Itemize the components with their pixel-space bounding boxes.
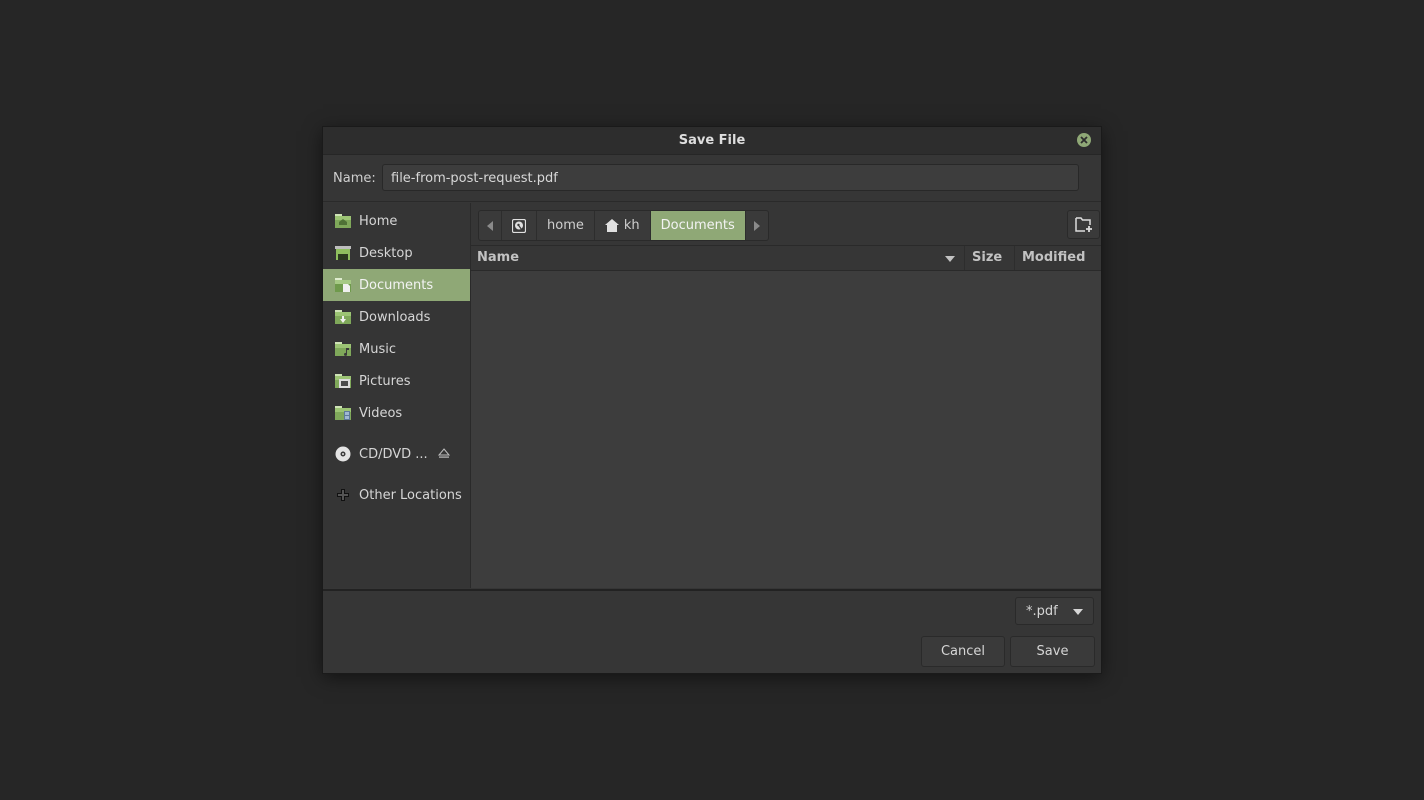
sidebar-label: Downloads bbox=[359, 309, 431, 325]
pathbar-root-button[interactable] bbox=[502, 211, 537, 240]
chevron-left-icon bbox=[487, 220, 493, 231]
name-label: Name: bbox=[333, 171, 376, 186]
sidebar-label: Other Locations bbox=[359, 487, 462, 503]
close-icon bbox=[1080, 136, 1088, 144]
pathbar: home kh Documents bbox=[478, 210, 769, 241]
save-file-dialog: Save File Name: file-from-post-request.p… bbox=[323, 127, 1101, 673]
sidebar-label: CD/DVD ... bbox=[359, 446, 428, 462]
folder-videos-icon bbox=[335, 405, 351, 421]
sort-descending-icon bbox=[945, 256, 955, 262]
pathbar-scroll-right-button[interactable] bbox=[746, 211, 768, 240]
titlebar: Save File bbox=[323, 127, 1101, 155]
sidebar-item-music[interactable]: Music bbox=[323, 333, 470, 365]
chevron-down-icon bbox=[1073, 609, 1083, 615]
new-folder-icon bbox=[1074, 217, 1092, 232]
filter-row: *.pdf bbox=[323, 589, 1101, 632]
folder-home-icon bbox=[335, 213, 351, 229]
sidebar-item-pictures[interactable]: Pictures bbox=[323, 365, 470, 397]
filter-value: *.pdf bbox=[1026, 603, 1058, 619]
eject-icon[interactable] bbox=[437, 447, 451, 459]
file-list[interactable] bbox=[471, 271, 1101, 588]
drive-icon bbox=[512, 218, 526, 233]
desktop-icon bbox=[335, 245, 351, 261]
pathbar-crumb-documents[interactable]: Documents bbox=[650, 211, 746, 240]
folder-download-icon bbox=[335, 309, 351, 325]
file-type-filter-dropdown[interactable]: *.pdf bbox=[1015, 597, 1094, 625]
column-name[interactable]: Name bbox=[477, 246, 957, 270]
folder-music-icon bbox=[335, 341, 351, 357]
pathbar-crumb-kh[interactable]: kh bbox=[595, 211, 651, 240]
sidebar-label: Pictures bbox=[359, 373, 411, 389]
sidebar-item-desktop[interactable]: Desktop bbox=[323, 237, 470, 269]
filename-input[interactable]: file-from-post-request.pdf bbox=[382, 164, 1079, 191]
column-header: Name Size Modified bbox=[471, 246, 1101, 271]
sidebar-item-downloads[interactable]: Downloads bbox=[323, 301, 470, 333]
dialog-title: Save File bbox=[678, 133, 746, 148]
sidebar-label: Documents bbox=[359, 277, 434, 293]
sidebar-label: Videos bbox=[359, 405, 403, 421]
cancel-button[interactable]: Cancel bbox=[921, 636, 1005, 667]
plus-icon bbox=[335, 487, 351, 503]
sidebar-item-cd-dvd[interactable]: CD/DVD ... bbox=[323, 438, 470, 470]
crumb-label: kh bbox=[623, 218, 640, 233]
sidebar-label: Home bbox=[359, 213, 398, 229]
create-folder-button[interactable] bbox=[1067, 210, 1100, 239]
sidebar-item-home[interactable]: Home bbox=[323, 205, 470, 237]
folder-documents-icon bbox=[335, 277, 351, 293]
name-row: Name: file-from-post-request.pdf bbox=[323, 155, 1101, 202]
home-icon bbox=[604, 219, 619, 232]
action-buttons: Cancel Save bbox=[323, 631, 1101, 673]
pathbar-crumb-home[interactable]: home bbox=[537, 211, 595, 240]
places-sidebar: Home Desktop Documents Downloads Music P… bbox=[323, 203, 471, 588]
close-button[interactable] bbox=[1077, 133, 1091, 147]
sidebar-item-other-locations[interactable]: Other Locations bbox=[323, 479, 470, 511]
save-button[interactable]: Save bbox=[1010, 636, 1095, 667]
column-modified[interactable]: Modified bbox=[1014, 246, 1108, 270]
sidebar-label: Music bbox=[359, 341, 396, 357]
column-name-label: Name bbox=[477, 250, 520, 265]
folder-pictures-icon bbox=[335, 373, 351, 389]
optical-disc-icon bbox=[335, 446, 351, 462]
pathbar-scroll-left-button[interactable] bbox=[479, 211, 502, 240]
file-browser: home kh Documents Name Size Modified bbox=[471, 203, 1101, 588]
sidebar-item-documents[interactable]: Documents bbox=[323, 269, 470, 301]
pathbar-area: home kh Documents bbox=[471, 203, 1101, 246]
sidebar-label: Desktop bbox=[359, 245, 413, 261]
chevron-right-icon bbox=[753, 220, 760, 231]
sidebar-item-videos[interactable]: Videos bbox=[323, 397, 470, 429]
